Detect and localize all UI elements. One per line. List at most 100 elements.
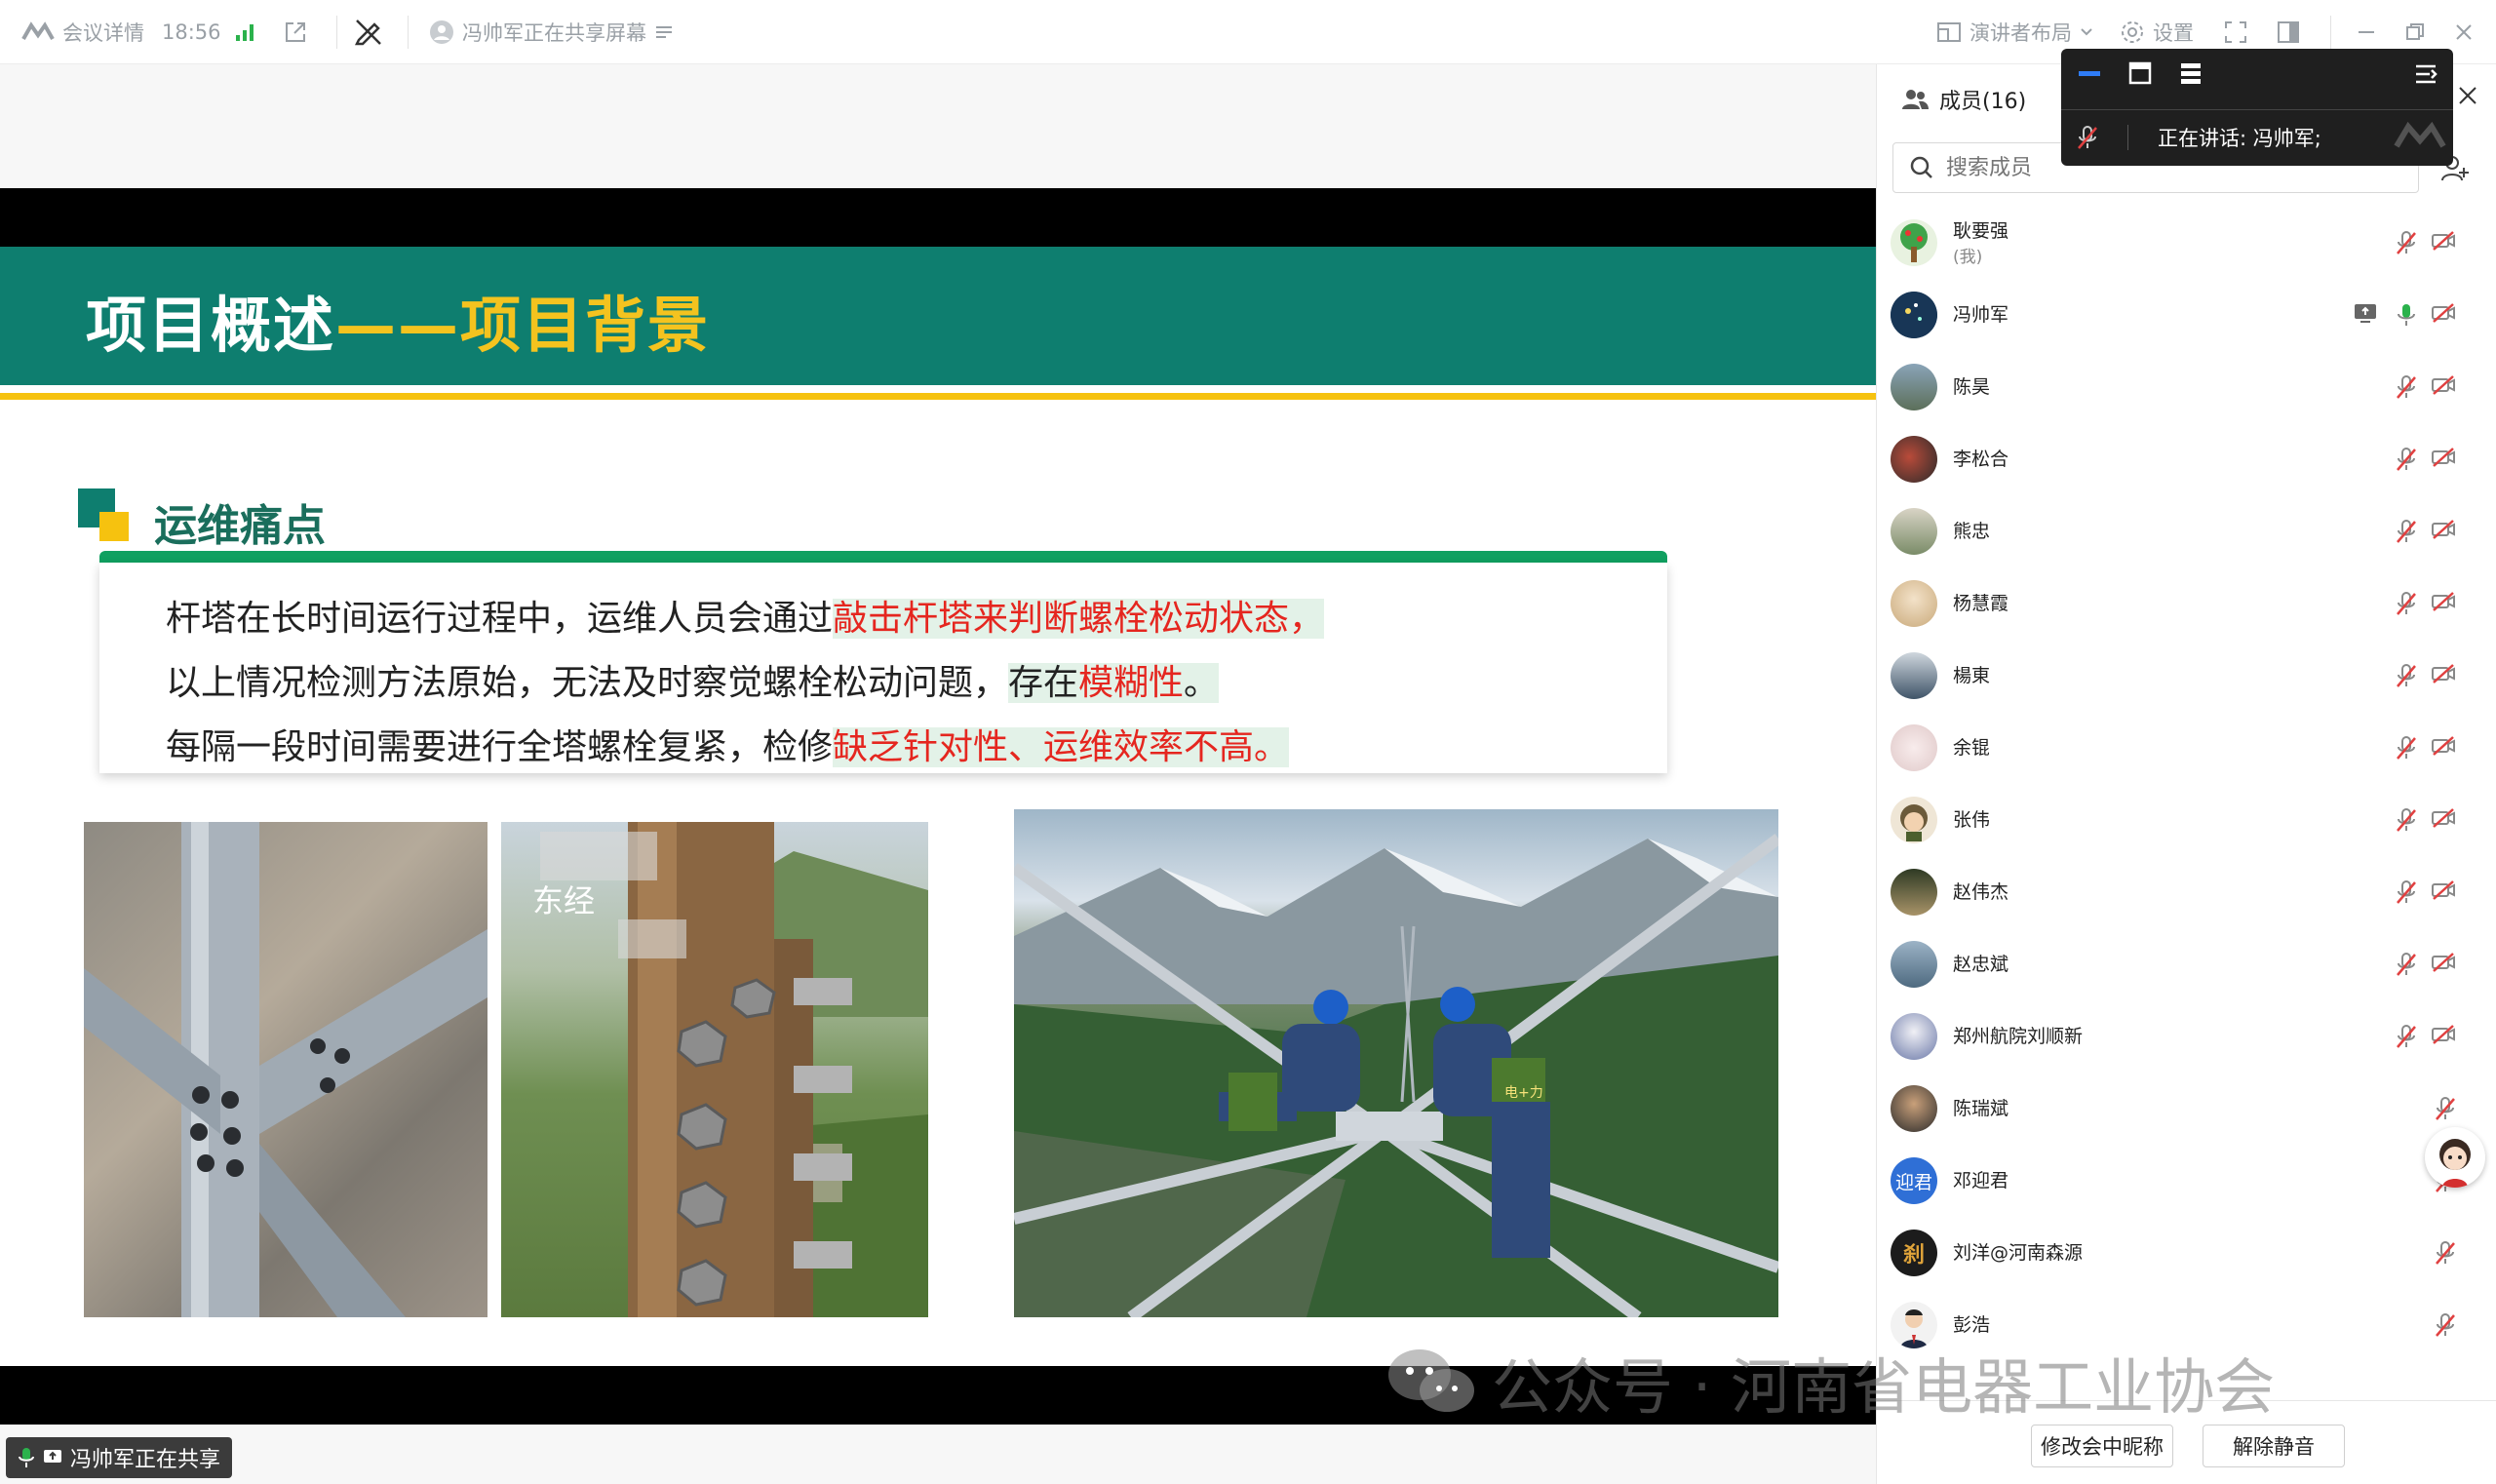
member-name: 李松合 — [1953, 449, 2009, 470]
member-row[interactable]: 熊忠 — [1891, 499, 2476, 564]
mic-muted-icon[interactable] — [2396, 735, 2417, 761]
avatar — [1891, 724, 1937, 771]
member-name: 余锟 — [1953, 737, 1991, 759]
member-row[interactable]: 余锟 — [1891, 716, 2476, 780]
members-header: 成员(16) — [1900, 84, 2026, 115]
camera-off-icon[interactable] — [2431, 519, 2456, 540]
slide-title-highlight: 项目背景 — [460, 290, 711, 361]
slide-header-band: 项目概述——项目背景 — [0, 247, 1876, 385]
member-row[interactable]: 赵伟杰 — [1891, 860, 2476, 924]
member-row[interactable]: 耿要强 (我) — [1891, 211, 2476, 275]
member-name: 郑州航院刘顺新 — [1953, 1026, 2084, 1047]
screen-share-icon[interactable] — [2353, 302, 2378, 324]
sharing-badge[interactable]: 冯帅军正在共享 — [6, 1437, 233, 1478]
meeting-info-button[interactable]: 会议详情 — [21, 18, 144, 47]
fullscreen-icon[interactable] — [2223, 20, 2248, 45]
member-row[interactable]: 张伟 — [1891, 788, 2476, 852]
speaking-name: 冯帅军; — [2252, 127, 2321, 150]
text-line-1-a: 杆塔在长时间运行过程中，运维人员会通过 — [166, 599, 834, 639]
mic-muted-icon[interactable] — [2396, 807, 2417, 833]
tower-joint-photo — [84, 822, 488, 1317]
member-row[interactable]: 迎君 邓迎君 — [1891, 1149, 2476, 1213]
avatar: 刹 — [1891, 1230, 1937, 1276]
camera-off-icon[interactable] — [2431, 591, 2456, 612]
avatar — [1891, 1013, 1937, 1060]
divider — [2061, 109, 2453, 110]
logo-icon — [2393, 121, 2447, 150]
mic-muted-icon[interactable] — [2396, 1024, 2417, 1049]
close-icon[interactable] — [2453, 21, 2475, 43]
member-row[interactable]: 陈昊 — [1891, 355, 2476, 419]
member-name: 刘洋@河南森源 — [1953, 1242, 2084, 1264]
mic-muted-icon[interactable] — [2396, 663, 2417, 688]
member-name: 冯帅军 — [1953, 304, 2009, 326]
sharing-status-text: 冯帅军正在共享屏幕 — [462, 20, 646, 45]
member-row[interactable]: 陈瑞斌 — [1891, 1076, 2476, 1141]
camera-off-icon[interactable] — [2431, 663, 2456, 684]
layout-button[interactable]: 演讲者布局 — [1936, 18, 2093, 47]
member-row[interactable]: 李松合 — [1891, 427, 2476, 491]
mic-muted-icon[interactable] — [2435, 1240, 2456, 1266]
mic-muted-icon[interactable] — [2396, 374, 2417, 400]
mic-muted-icon[interactable] — [2435, 1312, 2456, 1338]
presentation-slide: 项目概述——项目背景 运维痛点 杆塔在长时间运行过程中，运维人员会通过敲击杆塔来… — [0, 247, 1876, 1366]
member-name: 耿要强 — [1953, 219, 2009, 242]
collapse-menu-icon[interactable] — [2412, 60, 2439, 88]
mic-on-icon[interactable] — [2396, 302, 2417, 328]
mic-muted-icon[interactable] — [2396, 447, 2417, 472]
minimize-icon[interactable] — [2356, 21, 2377, 43]
photo-overlay-label: 东经 — [532, 882, 596, 919]
chevron-down-icon — [2080, 27, 2093, 37]
slide-letterbox: 项目概述——项目背景 运维痛点 杆塔在长时间运行过程中，运维人员会通过敲击杆塔来… — [0, 188, 1876, 1425]
signal-icon[interactable] — [234, 21, 255, 43]
sidebar-toggle-icon[interactable] — [2276, 20, 2301, 45]
avatar — [1891, 292, 1937, 338]
text-line-2-d: 。 — [1184, 663, 1220, 703]
mic-muted-icon[interactable] — [2396, 591, 2417, 616]
settings-label: 设置 — [2153, 20, 2194, 45]
list-view-icon[interactable] — [2178, 60, 2204, 86]
speaking-label-text: 正在讲话: — [2158, 127, 2247, 150]
restore-icon[interactable] — [2404, 21, 2426, 43]
member-row[interactable]: 杨慧霞 — [1891, 571, 2476, 636]
workers-tower-photo: 电+力 — [1014, 809, 1778, 1317]
member-row[interactable]: 冯帅军 — [1891, 283, 2476, 347]
camera-off-icon[interactable] — [2431, 879, 2456, 901]
mic-on-icon — [18, 1447, 35, 1468]
slide-divider-line — [0, 393, 1876, 400]
rename-button[interactable]: 修改会中昵称 — [2031, 1425, 2173, 1467]
speaker-widget[interactable]: 正在讲话: 冯帅军; — [2061, 49, 2453, 166]
member-row[interactable]: 刹 刘洋@河南森源 — [1891, 1221, 2476, 1285]
camera-off-icon[interactable] — [2431, 230, 2456, 252]
camera-off-icon[interactable] — [2431, 302, 2456, 324]
shared-screen-area: 项目概述——项目背景 运维痛点 杆塔在长时间运行过程中，运维人员会通过敲击杆塔来… — [0, 64, 1876, 1484]
member-row[interactable]: 郑州航院刘顺新 — [1891, 1004, 2476, 1069]
unmute-button[interactable]: 解除静音 — [2203, 1425, 2345, 1467]
mic-muted-icon[interactable] — [2396, 879, 2417, 905]
mic-muted-icon[interactable] — [2435, 1096, 2456, 1121]
annotation-off-icon[interactable] — [353, 17, 384, 48]
mic-muted-icon[interactable] — [2396, 952, 2417, 977]
camera-off-icon[interactable] — [2431, 735, 2456, 757]
layout-label: 演讲者布局 — [1970, 20, 2072, 45]
section-title: 运维痛点 — [154, 501, 326, 551]
settings-button[interactable]: 设置 — [2120, 18, 2194, 47]
slide-title-main: 项目概述 — [86, 290, 336, 361]
popout-icon[interactable] — [283, 20, 308, 45]
panel-close-icon[interactable] — [2456, 84, 2479, 107]
mic-muted-icon[interactable] — [2396, 519, 2417, 544]
camera-off-icon[interactable] — [2431, 807, 2456, 829]
camera-off-icon[interactable] — [2431, 447, 2456, 468]
member-row[interactable]: 赵忠斌 — [1891, 932, 2476, 996]
minimize-icon[interactable] — [2077, 60, 2102, 86]
sharing-status[interactable]: 冯帅军正在共享屏幕 — [429, 18, 674, 47]
camera-off-icon[interactable] — [2431, 1024, 2456, 1045]
mic-muted-icon[interactable] — [2396, 230, 2417, 255]
text-line-2-c: 模糊性 — [1078, 663, 1185, 703]
camera-off-icon[interactable] — [2431, 952, 2456, 973]
camera-off-icon[interactable] — [2431, 374, 2456, 396]
slide-title: 项目概述——项目背景 — [86, 276, 710, 364]
window-icon[interactable] — [2127, 60, 2153, 86]
assistant-avatar[interactable] — [2425, 1127, 2485, 1188]
member-row[interactable]: 楊東 — [1891, 644, 2476, 708]
